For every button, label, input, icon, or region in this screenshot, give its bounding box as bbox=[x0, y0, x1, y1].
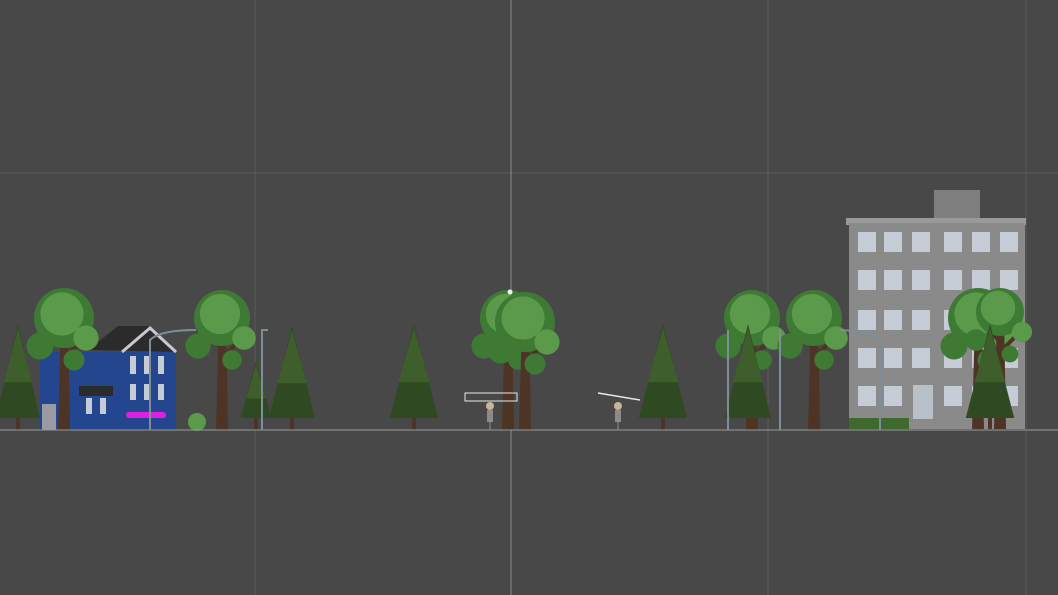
leafy-tree-icon[interactable] bbox=[487, 292, 560, 430]
pine-tree-icon[interactable] bbox=[389, 324, 439, 430]
pine-tree-icon[interactable] bbox=[240, 360, 272, 430]
pine-tree-icon[interactable] bbox=[638, 324, 688, 430]
scene-canvas[interactable] bbox=[0, 0, 1058, 595]
bush-icon bbox=[188, 413, 206, 431]
leafy-tree-icon[interactable] bbox=[777, 290, 848, 430]
pivot-handle[interactable] bbox=[507, 289, 513, 295]
character-2[interactable] bbox=[597, 392, 641, 430]
magenta-marker bbox=[126, 412, 166, 418]
pine-tree-icon[interactable] bbox=[268, 326, 316, 430]
scene-viewport[interactable] bbox=[0, 0, 1058, 595]
